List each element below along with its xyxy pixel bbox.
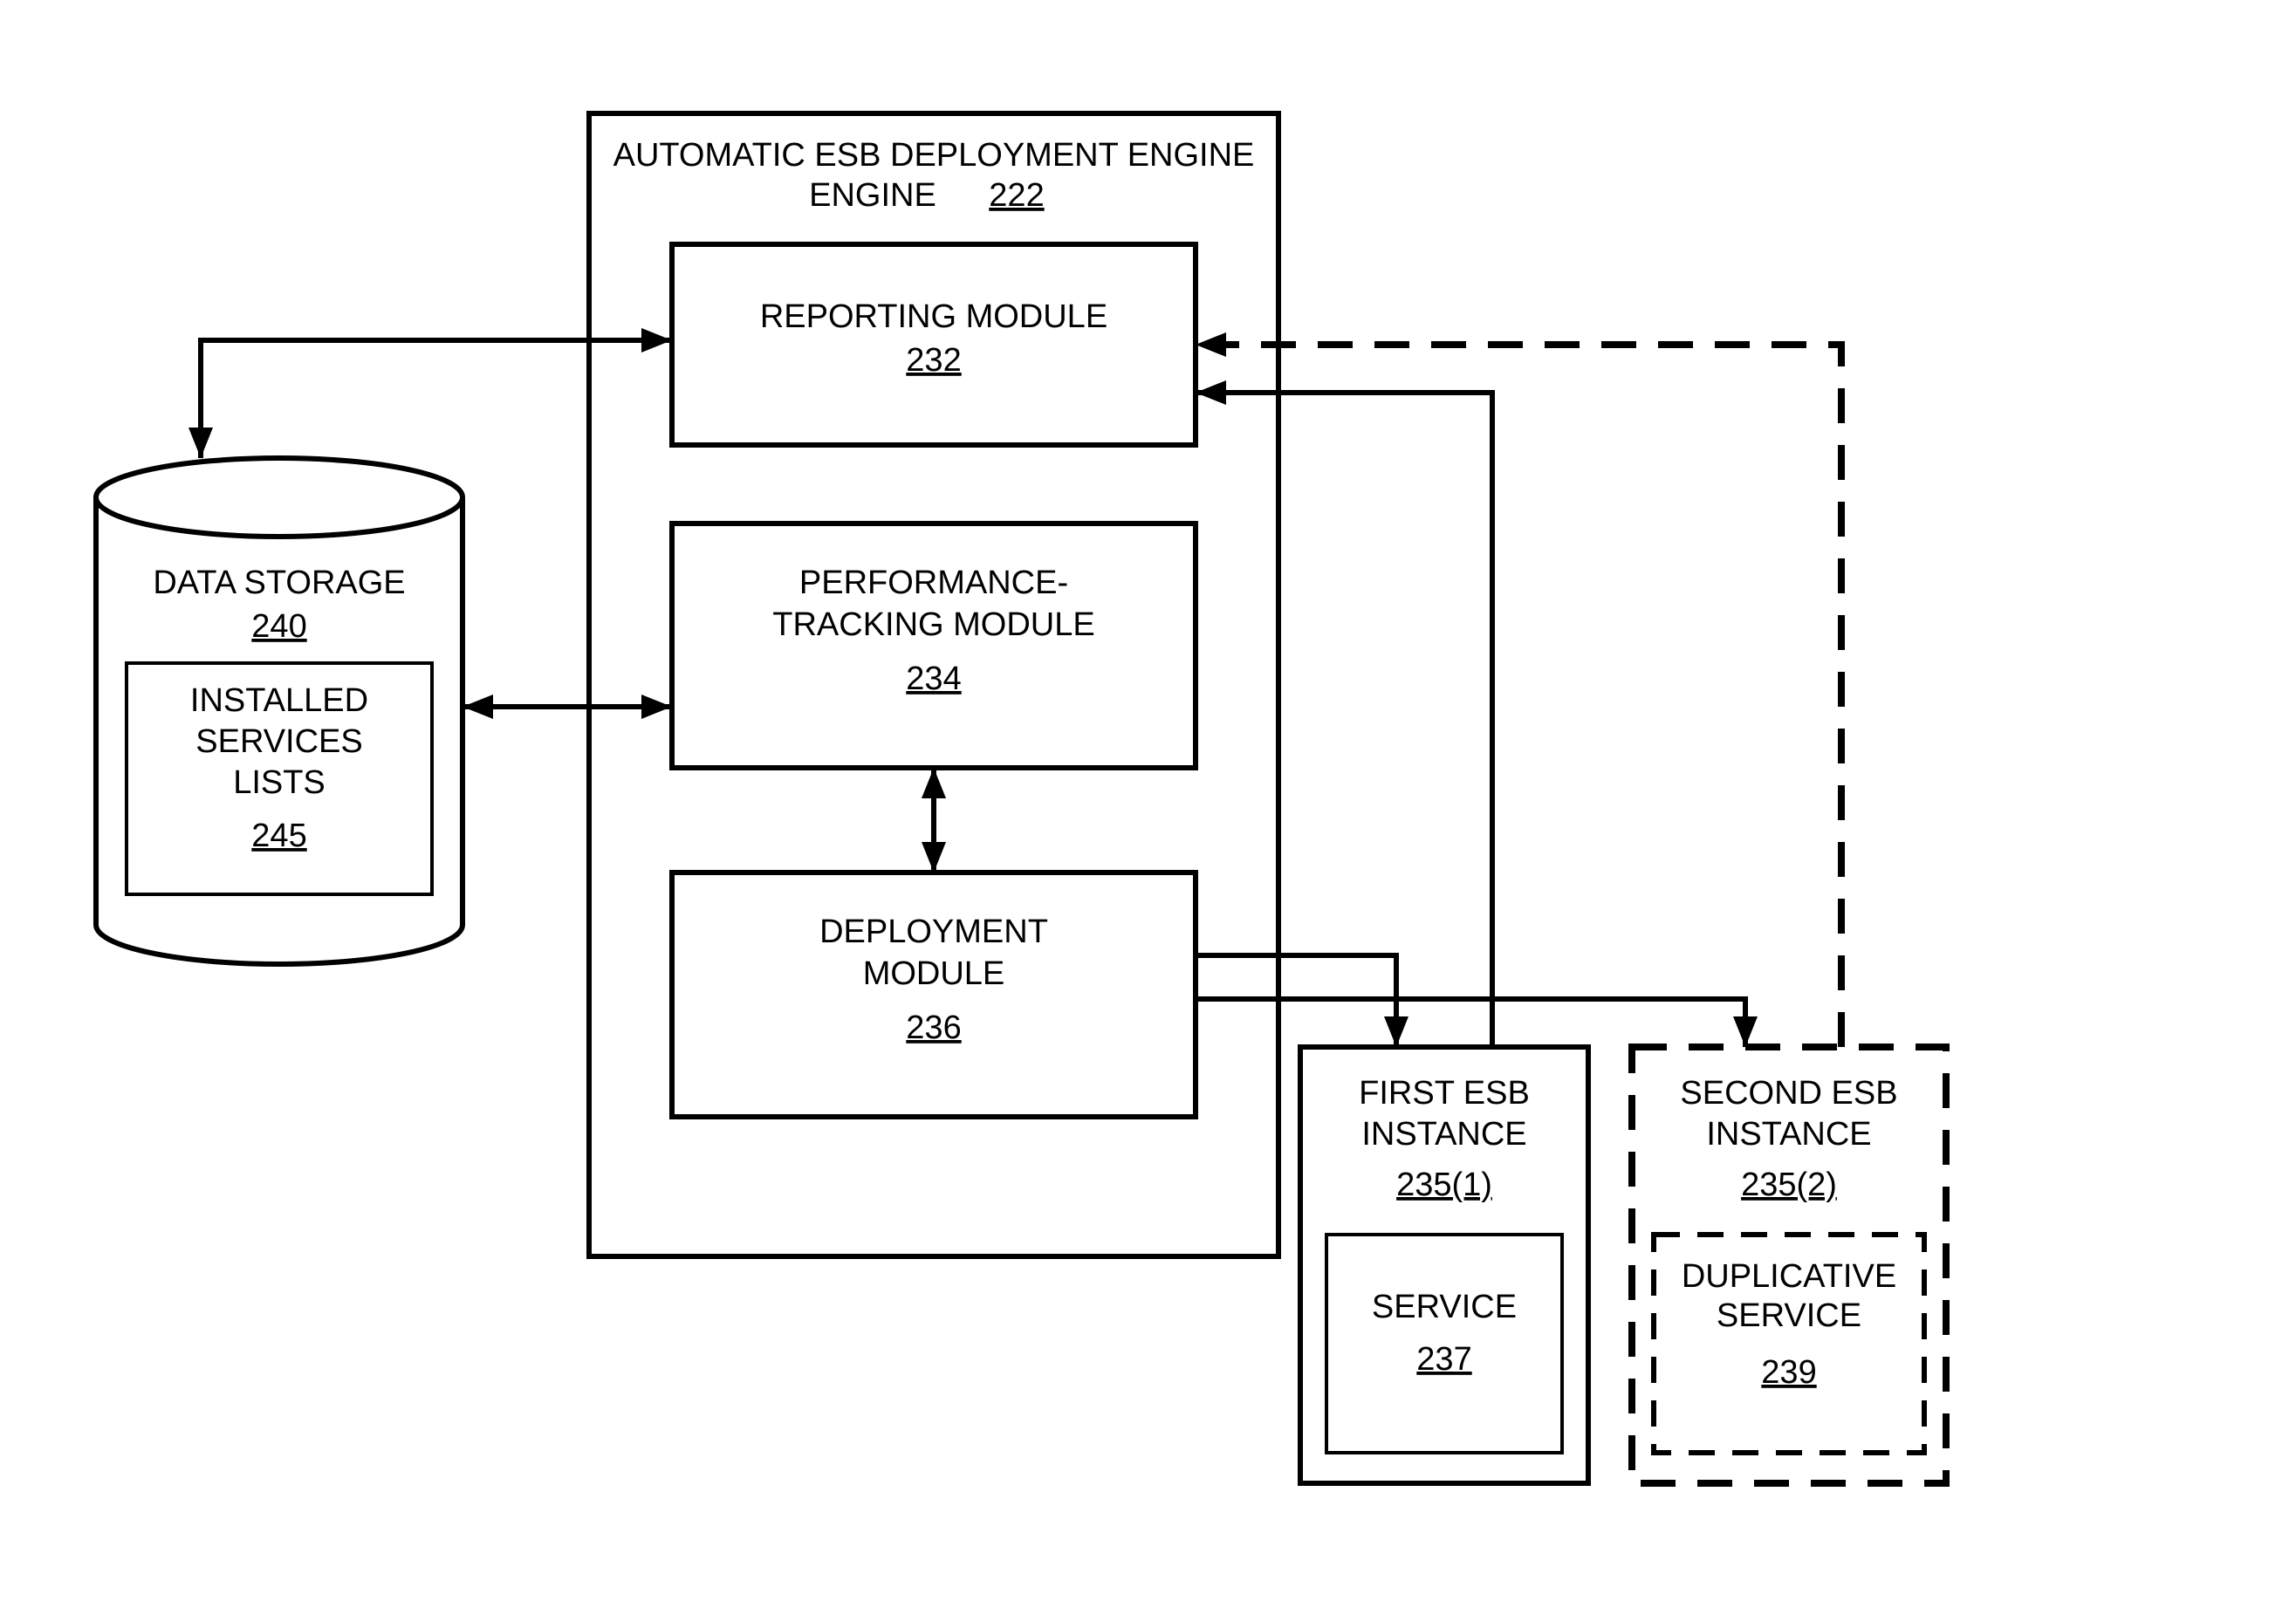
esb2-ref: 235(2) xyxy=(1741,1167,1837,1203)
esb2-title1: SECOND ESB xyxy=(1680,1075,1897,1112)
esb1-service-ref: 237 xyxy=(1416,1341,1471,1378)
tracking-title1: PERFORMANCE- xyxy=(799,565,1068,601)
esb1-title2: INSTANCE xyxy=(1361,1116,1526,1153)
esb1-ref: 235(1) xyxy=(1396,1167,1492,1203)
tracking-ref: 234 xyxy=(906,660,961,697)
reporting-ref: 232 xyxy=(906,342,961,379)
architecture-diagram: AUTOMATIC ESB DEPLOYMENT ENGINE ENGINE 2… xyxy=(0,0,2296,1615)
storage-ref: 240 xyxy=(251,608,306,645)
esb1-title1: FIRST ESB xyxy=(1359,1075,1530,1112)
storage-title: DATA STORAGE xyxy=(153,565,405,601)
tracking-module xyxy=(672,524,1196,768)
engine-ref: 222 xyxy=(989,177,1044,214)
esb2-service-t2: SERVICE xyxy=(1717,1297,1861,1334)
lists-t1: INSTALLED xyxy=(190,682,368,719)
esb2-service-t1: DUPLICATIVE xyxy=(1682,1258,1896,1295)
engine-title-extra: ENGINE xyxy=(809,177,936,214)
esb2-title2: INSTANCE xyxy=(1706,1116,1871,1153)
engine-title: AUTOMATIC ESB DEPLOYMENT ENGINE xyxy=(613,137,1255,174)
lists-t3: LISTS xyxy=(233,764,326,801)
deployment-title1: DEPLOYMENT xyxy=(819,914,1048,950)
deployment-title2: MODULE xyxy=(863,955,1005,992)
arrow-esb2-to-reporting xyxy=(1196,332,1841,1047)
lists-ref: 245 xyxy=(251,818,306,854)
deployment-ref: 236 xyxy=(906,1009,961,1046)
data-storage: DATA STORAGE 240 INSTALLED SERVICES LIST… xyxy=(96,458,463,964)
tracking-title2: TRACKING MODULE xyxy=(772,606,1094,643)
lists-t2: SERVICES xyxy=(195,723,362,760)
deployment-module xyxy=(672,873,1196,1117)
esb1-service-title: SERVICE xyxy=(1372,1289,1517,1325)
reporting-title: REPORTING MODULE xyxy=(760,298,1107,335)
esb2-service-ref: 239 xyxy=(1761,1354,1816,1391)
